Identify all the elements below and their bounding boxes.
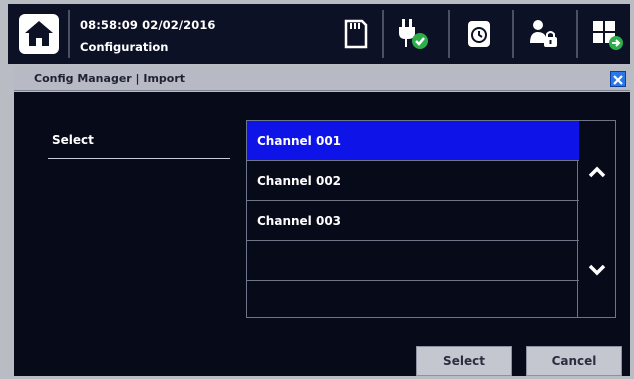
cancel-button[interactable]: Cancel bbox=[526, 346, 622, 376]
alarm-clock-icon bbox=[468, 21, 490, 47]
scroll-down-button[interactable] bbox=[586, 259, 608, 281]
select-button[interactable]: Select bbox=[416, 346, 512, 376]
dialog-content: Select Channel 001 Channel 002 Channel 0… bbox=[14, 92, 630, 376]
user-lock-icon bbox=[530, 20, 557, 47]
chevron-up-icon bbox=[588, 166, 606, 178]
separator bbox=[448, 10, 450, 58]
separator bbox=[576, 10, 578, 58]
user-lock-button[interactable] bbox=[524, 15, 562, 53]
select-label: Select bbox=[52, 133, 94, 147]
list-item[interactable]: Channel 001 bbox=[247, 121, 579, 161]
export-button[interactable] bbox=[588, 15, 626, 53]
list-item[interactable]: Channel 003 bbox=[247, 201, 579, 241]
home-button[interactable] bbox=[18, 13, 60, 55]
separator bbox=[512, 10, 514, 58]
close-button[interactable] bbox=[610, 71, 626, 87]
scroll-up-button[interactable] bbox=[586, 161, 608, 183]
status-bar: 08:58:09 02/02/2016 Configuration bbox=[8, 4, 630, 64]
list-item[interactable] bbox=[247, 241, 579, 281]
home-icon bbox=[19, 14, 59, 54]
separator bbox=[382, 10, 384, 58]
separator bbox=[68, 10, 70, 58]
channel-list[interactable]: Channel 001 Channel 002 Channel 003 bbox=[246, 120, 579, 318]
app-frame: 08:58:09 02/02/2016 Configuration Config… bbox=[0, 0, 634, 379]
close-icon bbox=[613, 75, 623, 85]
dialog-title: Config Manager | Import bbox=[34, 72, 186, 85]
chevron-down-icon bbox=[588, 264, 606, 276]
select-underline bbox=[48, 158, 230, 159]
sd-card-button[interactable] bbox=[336, 15, 374, 53]
power-status-button[interactable] bbox=[394, 15, 432, 53]
grid-export-icon bbox=[593, 21, 623, 50]
list-item[interactable] bbox=[247, 281, 579, 317]
dialog-title-bar: Config Manager | Import bbox=[14, 67, 630, 91]
list-item[interactable]: Channel 002 bbox=[247, 161, 579, 201]
page-subtitle: Configuration bbox=[80, 40, 169, 54]
alarm-button[interactable] bbox=[460, 15, 498, 53]
power-plug-check-icon bbox=[399, 19, 428, 49]
sd-card-icon bbox=[344, 19, 368, 49]
datetime-label: 08:58:09 02/02/2016 bbox=[80, 18, 216, 32]
list-scrollbar bbox=[578, 120, 616, 318]
